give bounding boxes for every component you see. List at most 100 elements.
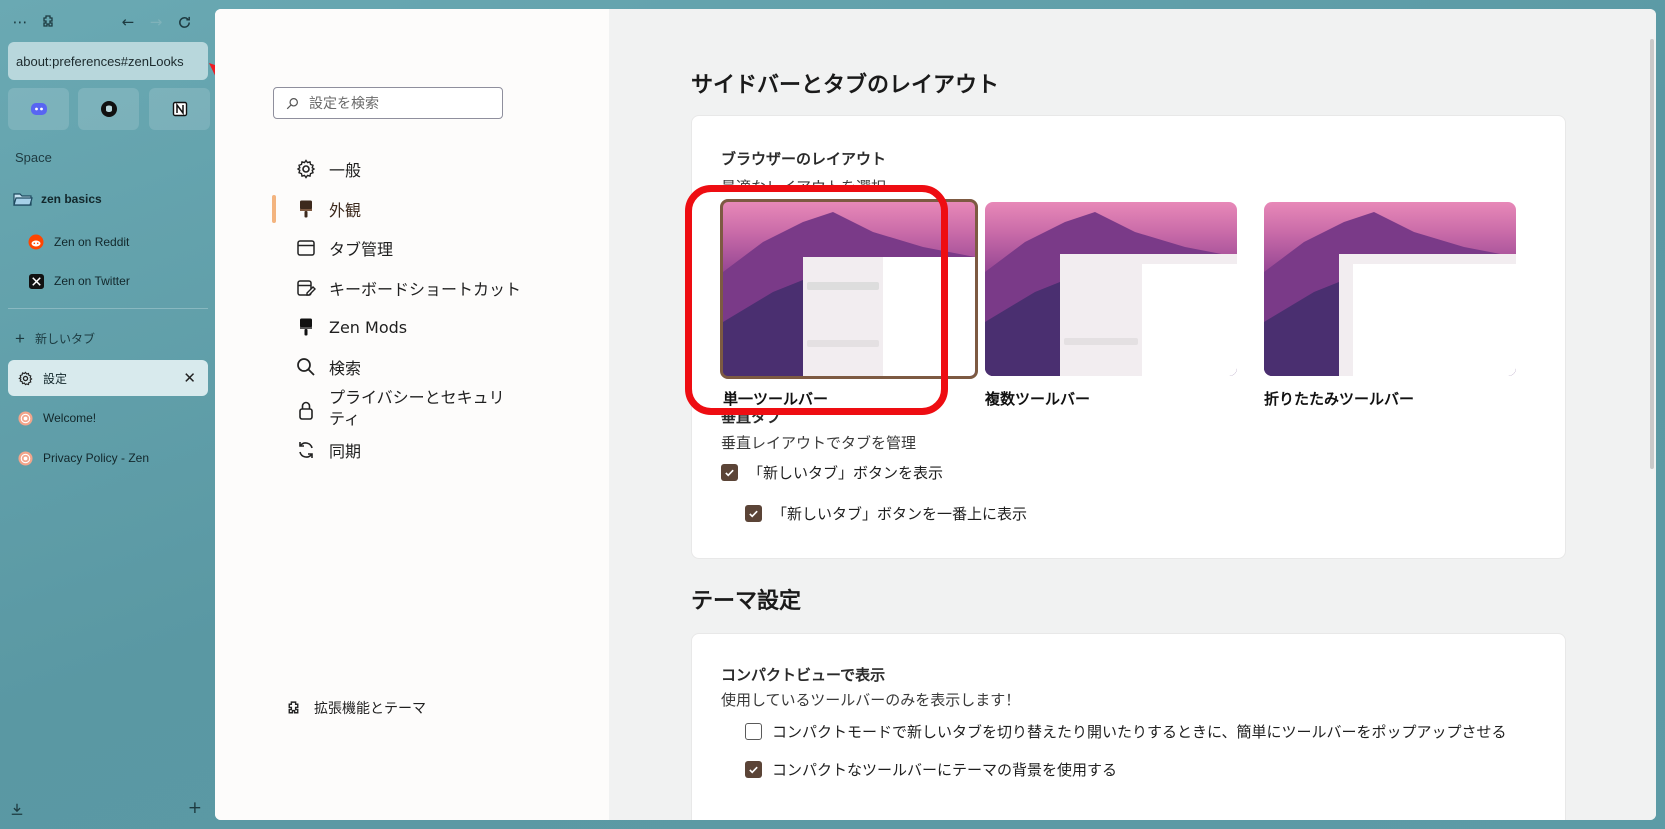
nav-label: プライバシーとセキュリティ [329,388,505,428]
compact-view-title: コンパクトビューで表示 [721,666,886,684]
section-title-layout: サイドバーとタブのレイアウト [691,73,1000,98]
nav-item-sync[interactable]: 同期 [295,438,361,462]
zen-mods-brush-icon [295,316,317,338]
checkbox-label: 「新しいタブ」ボタンを一番上に表示 [772,505,1028,523]
tab-label: Privacy Policy - Zen [43,451,150,465]
theme-card: コンパクトビューで表示 使用しているツールバーのみを表示します！ コンパクトモー… [691,633,1566,820]
x-twitter-icon [28,273,44,289]
close-icon[interactable]: ✕ [183,369,196,387]
checkbox-checked-icon[interactable] [745,505,762,522]
preferences-nav: 設定を検索 一般 外観 タブ管理 キーボードショートカット Zen Mods 検… [215,9,609,820]
pinned-tab-twitter[interactable]: Zen on Twitter [8,263,208,299]
footer-label: 拡張機能とテーマ [314,701,426,717]
layout-option-label: 複数ツールバー [985,390,1091,408]
new-tab-on-top-checkbox[interactable]: 「新しいタブ」ボタンを一番上に表示 [745,503,1027,524]
nav-item-general[interactable]: 一般 [295,157,361,181]
layout-option-label: 折りたたみツールバー [1264,390,1415,408]
browser-sidebar: ⋯ ← → about:preferences#zenLooks Space z… [0,0,213,829]
checkbox-label: 「新しいタブ」ボタンを表示 [748,464,944,482]
layout-option-collapsed-toolbar[interactable]: 折りたたみツールバー [1264,202,1516,409]
forward-arrow-icon[interactable]: → [144,10,168,34]
zen-logo-icon [17,410,33,426]
notion-icon[interactable] [149,88,210,130]
search-icon [295,356,317,378]
nav-label: 同期 [329,442,362,461]
new-tab-label: 新しいタブ [34,332,95,346]
nav-label: 外観 [329,201,362,220]
reload-icon[interactable] [172,10,196,34]
settings-search-input[interactable]: 設定を検索 [273,87,503,119]
add-workspace-plus-icon[interactable]: + [188,798,202,818]
extensions-themes-link[interactable]: 拡張機能とテーマ [285,698,426,718]
folder-zen-basics[interactable]: zen basics [13,191,102,207]
nav-label: 一般 [329,161,362,180]
show-new-tab-checkbox[interactable]: 「新しいタブ」ボタンを表示 [721,462,943,483]
tab-welcome[interactable]: Welcome! [8,400,208,436]
pinned-tab-label: Zen on Reddit [54,235,130,249]
compact-theme-bg-checkbox[interactable]: コンパクトなツールバーにテーマの背景を使用する [745,759,1117,780]
nav-label: タブ管理 [329,240,394,259]
sync-icon [295,439,317,461]
lock-icon [295,399,317,421]
nav-item-tab-management[interactable]: タブ管理 [295,236,393,260]
compact-view-desc: 使用しているツールバーのみを表示します！ [721,691,1021,709]
more-menu-icon[interactable]: ⋯ [8,10,32,34]
settings-icon [17,370,33,386]
back-arrow-icon[interactable]: ← [116,10,140,34]
url-bar[interactable]: about:preferences#zenLooks [8,42,208,80]
checkbox-unchecked-icon[interactable] [745,723,762,740]
checkbox-checked-icon[interactable] [721,464,738,481]
url-text: about:preferences#zenLooks [16,53,184,69]
search-icon [286,97,298,109]
tab-window-icon [295,237,317,259]
nav-item-keyboard-shortcuts[interactable]: キーボードショートカット [295,276,521,300]
browser-layout-title: ブラウザーのレイアウト [721,150,887,168]
nav-label: 検索 [329,359,362,378]
sidebar-bottom-bar: + [10,798,206,821]
space-label: Space [15,150,52,165]
pinned-tab-label: Zen on Twitter [54,274,130,288]
folder-label: zen basics [41,192,102,206]
layout-preview-image [1264,202,1516,376]
sidebar-top-toolbar: ⋯ ← → [8,10,208,34]
layout-option-multiple-toolbars[interactable]: 複数ツールバー [985,202,1237,409]
annotation-highlight-box [685,185,948,415]
discord-icon[interactable] [8,88,69,130]
keyboard-edit-icon [295,277,317,299]
search-placeholder: 設定を検索 [309,96,379,112]
nav-item-privacy-security[interactable]: プライバシーとセキュリティ [295,387,509,429]
pinned-separator [8,308,208,309]
essential-tabs [8,88,210,130]
layout-preview-image [985,202,1237,376]
nav-item-appearance[interactable]: 外観 [295,197,361,221]
checkbox-label: コンパクトモードで新しいタブを切り替えたり開いたりするときに、簡単にツールバーを… [772,723,1507,741]
nav-label: キーボードショートカット [329,280,522,299]
zen-logo-icon [17,450,33,466]
tab-settings[interactable]: 設定 ✕ [8,360,208,396]
vertical-tabs-desc: 垂直レイアウトでタブを管理 [721,434,917,452]
pinned-tab-reddit[interactable]: Zen on Reddit [8,224,208,260]
paintbrush-icon [295,198,317,220]
nav-label: Zen Mods [329,317,408,337]
checkbox-label: コンパクトなツールバーにテーマの背景を使用する [772,761,1118,779]
tab-privacy-policy[interactable]: Privacy Policy - Zen [8,440,208,476]
puzzle-piece-icon [288,700,299,713]
folder-open-icon [13,193,33,206]
preferences-page: 設定を検索 一般 外観 タブ管理 キーボードショートカット Zen Mods 検… [215,9,1656,820]
checkbox-checked-icon[interactable] [745,761,762,778]
nav-item-zen-mods[interactable]: Zen Mods [295,316,407,338]
vertical-scrollbar[interactable] [1650,39,1654,469]
tab-label: 設定 [43,371,68,386]
section-title-theme: テーマ設定 [691,589,802,614]
compact-popup-checkbox[interactable]: コンパクトモードで新しいタブを切り替えたり開いたりするときに、簡単にツールバーを… [745,721,1507,742]
reddit-icon [28,234,44,250]
nav-item-search[interactable]: 検索 [295,355,361,379]
plus-icon: + [15,329,25,348]
tab-label: Welcome! [43,411,97,425]
nav-selected-indicator [272,195,276,223]
new-tab-button[interactable]: + 新しいタブ [15,330,95,347]
extensions-puzzle-icon[interactable] [36,10,60,34]
github-icon[interactable] [78,88,139,130]
gear-icon [295,158,317,180]
download-icon[interactable] [10,801,24,820]
